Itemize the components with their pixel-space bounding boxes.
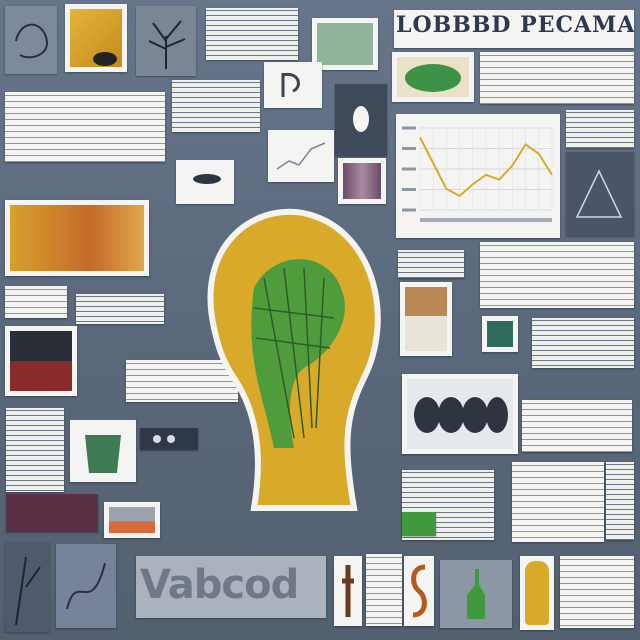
jug-illustration [85, 435, 121, 473]
photo-card-mustard [65, 4, 127, 72]
photo-card-bottom-s [404, 556, 434, 626]
hook-illustration [281, 72, 300, 97]
text-card-center-right-7 [606, 462, 634, 540]
egg-illustration [353, 106, 369, 132]
head-silhouette [207, 208, 381, 511]
photo-card-sketch [5, 6, 57, 74]
photo-card-bottom-bottle [440, 560, 512, 628]
photo-card-red-stripes [5, 326, 77, 396]
small-green-photo [487, 321, 513, 347]
photo-card-eyes [140, 428, 198, 450]
chart-tick-label [402, 126, 416, 130]
text-card-left-1 [5, 92, 165, 162]
red-stripes-photo [10, 331, 72, 391]
bottom-word-card: Vabcod [136, 556, 326, 618]
text-card-left-3 [76, 294, 164, 324]
photo-card-egg [335, 84, 387, 156]
photo-card-mustard-wide [5, 200, 149, 276]
text-card-mid-1 [172, 80, 260, 132]
green-panel [317, 23, 373, 65]
bone-illustration [193, 174, 221, 184]
photo-card-jug [70, 420, 136, 482]
diagram-illustration [575, 169, 623, 218]
boxes-photo [405, 287, 447, 351]
chart-tick-label [402, 167, 416, 171]
text-card-top-1 [206, 8, 298, 60]
photo-card-bottom-figure [334, 556, 362, 626]
scribble-illustration [66, 562, 106, 610]
bottle-illustration [467, 569, 485, 619]
mustard-figure [525, 561, 549, 625]
title-card: LOBBBD PECAMAN [394, 10, 634, 48]
s-shape-illustration [411, 564, 427, 618]
photo-card-small-graph [268, 130, 334, 182]
figure-illustration [342, 565, 354, 617]
photo-card-bottom-1 [5, 542, 49, 632]
orange-photo [109, 507, 155, 533]
chart-x-axis-labels [420, 218, 552, 222]
chart-tick-label [402, 147, 416, 150]
text-card-bottom-2 [560, 556, 634, 628]
photo-card-maroon [6, 494, 98, 532]
line-chart [402, 126, 553, 222]
mustard-wide-photo [10, 205, 144, 271]
purple-photo [343, 163, 381, 199]
collage-board: LOBBBD PECAMAN Vabcod [0, 0, 640, 640]
ovals-illustration [407, 379, 513, 449]
photo-card-hook [264, 62, 322, 108]
text-card-center-right-3 [532, 318, 634, 368]
leaf-illustration [405, 64, 461, 92]
text-card-center-right-6 [512, 462, 604, 542]
text-card-center-right-2 [480, 242, 634, 308]
photo-card-small-green [482, 316, 518, 352]
text-card-left-5 [6, 408, 64, 492]
chart-tick-label [402, 208, 416, 212]
sketch-illustration [15, 23, 49, 59]
photo-card-bottom-mustard [520, 556, 554, 630]
photo-card-orange [104, 502, 160, 538]
dark-blob [93, 52, 117, 66]
poster-title: LOBBBD PECAMAN [396, 12, 634, 38]
tree-illustration [148, 20, 186, 69]
bottom-word: Vabcod [140, 562, 299, 608]
small-graph [276, 142, 326, 170]
photo-card-purple [338, 158, 386, 204]
photo-card-diagram [566, 152, 634, 236]
chart-tick-label [402, 188, 416, 191]
text-card-right-2 [566, 110, 634, 148]
photo-card-bottom-2 [56, 544, 116, 628]
branch-illustration [15, 556, 41, 626]
photo-card-tree [136, 6, 196, 76]
text-card-bottom-1 [366, 554, 402, 626]
chart-card [396, 114, 560, 238]
text-card-right-1 [480, 52, 634, 104]
text-card-center-right-1 [398, 250, 464, 278]
photo-card-ovals [402, 374, 518, 454]
photo-card-leaf [392, 52, 474, 102]
photo-card-green-strip [402, 512, 436, 536]
photo-card-boxes [400, 282, 452, 356]
eyes-illustration [153, 435, 175, 443]
photo-card-bone [176, 160, 234, 204]
text-card-left-2 [5, 286, 67, 318]
text-card-center-right-4 [522, 400, 632, 452]
